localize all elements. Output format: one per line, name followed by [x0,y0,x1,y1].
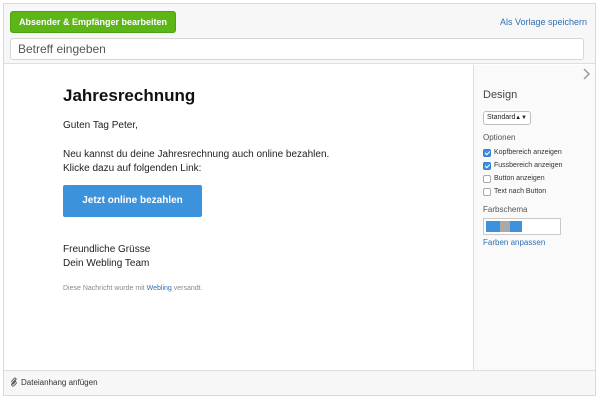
footer-note-suffix: versandt. [173,285,203,292]
email-preview: Jahresrechnung Guten Tag Peter, Neu kann… [4,65,473,370]
design-select-value: Standard [487,114,516,121]
option-text-after-button[interactable]: Text nach Button [483,186,546,197]
email-title: Jahresrechnung [63,86,196,105]
checkbox-unchecked[interactable] [483,187,491,196]
footer-note-prefix: Diese Nachricht wurde mit [63,285,145,292]
attach-file-button[interactable]: Dateianhang anfügen [10,377,98,388]
option-show-footer[interactable]: Fussbereich anzeigen [483,160,563,171]
email-greeting: Guten Tag Peter, [63,120,138,131]
color-swatch-1 [486,221,500,232]
paperclip-icon [10,377,18,387]
webling-link[interactable]: Webling [147,285,172,292]
color-scheme-picker[interactable] [483,218,561,235]
chevron-right-icon[interactable] [581,67,591,80]
email-body-line: Klicke dazu auf folgenden Link: [63,163,202,174]
checkbox-checked[interactable] [483,148,491,157]
design-title: Design [483,89,518,101]
pay-online-button[interactable]: Jetzt online bezahlen [63,185,202,217]
email-closing: Freundliche Grüsse Dein Webling Team [63,243,150,271]
design-select[interactable]: Standard ▲▼ [483,111,531,125]
subject-input[interactable]: Betreff eingeben [10,38,584,60]
option-show-button[interactable]: Button anzeigen [483,173,545,184]
option-show-header[interactable]: Kopfbereich anzeigen [483,147,562,158]
option-label: Text nach Button [494,188,547,195]
checkbox-checked[interactable] [483,161,491,170]
design-sidebar: Design Standard ▲▼ Optionen Kopfbereich … [473,65,595,370]
email-closing-line: Freundliche Grüsse [63,244,151,255]
email-body-line: Neu kannst du deine Jahresrechnung auch … [63,149,330,160]
email-composer: Absender & Empfänger bearbeiten Als Vorl… [3,3,596,396]
edit-sender-recipients-button[interactable]: Absender & Empfänger bearbeiten [10,11,177,33]
composer-header: Absender & Empfänger bearbeiten Als Vorl… [4,4,595,64]
option-label: Button anzeigen [494,175,545,182]
email-body: Neu kannst du deine Jahresrechnung auch … [63,148,329,176]
color-scheme-title: Farbschema [483,205,528,214]
color-swatch-2 [500,221,510,232]
options-title: Optionen [483,133,516,142]
email-closing-line: Dein Webling Team [63,258,150,269]
option-label: Kopfbereich anzeigen [494,149,562,156]
attach-file-label: Dateianhang anfügen [21,378,98,387]
composer-footer: Dateianhang anfügen [4,370,595,395]
option-label: Fussbereich anzeigen [494,162,563,169]
checkbox-unchecked[interactable] [483,174,491,183]
adjust-colors-link[interactable]: Farben anpassen [483,238,545,247]
select-arrows-icon: ▲▼ [515,115,527,121]
save-as-template-link[interactable]: Als Vorlage speichern [500,17,587,27]
color-swatch-3 [510,221,522,232]
email-footer-note: Diese Nachricht wurde mit Webling versan… [63,285,203,292]
